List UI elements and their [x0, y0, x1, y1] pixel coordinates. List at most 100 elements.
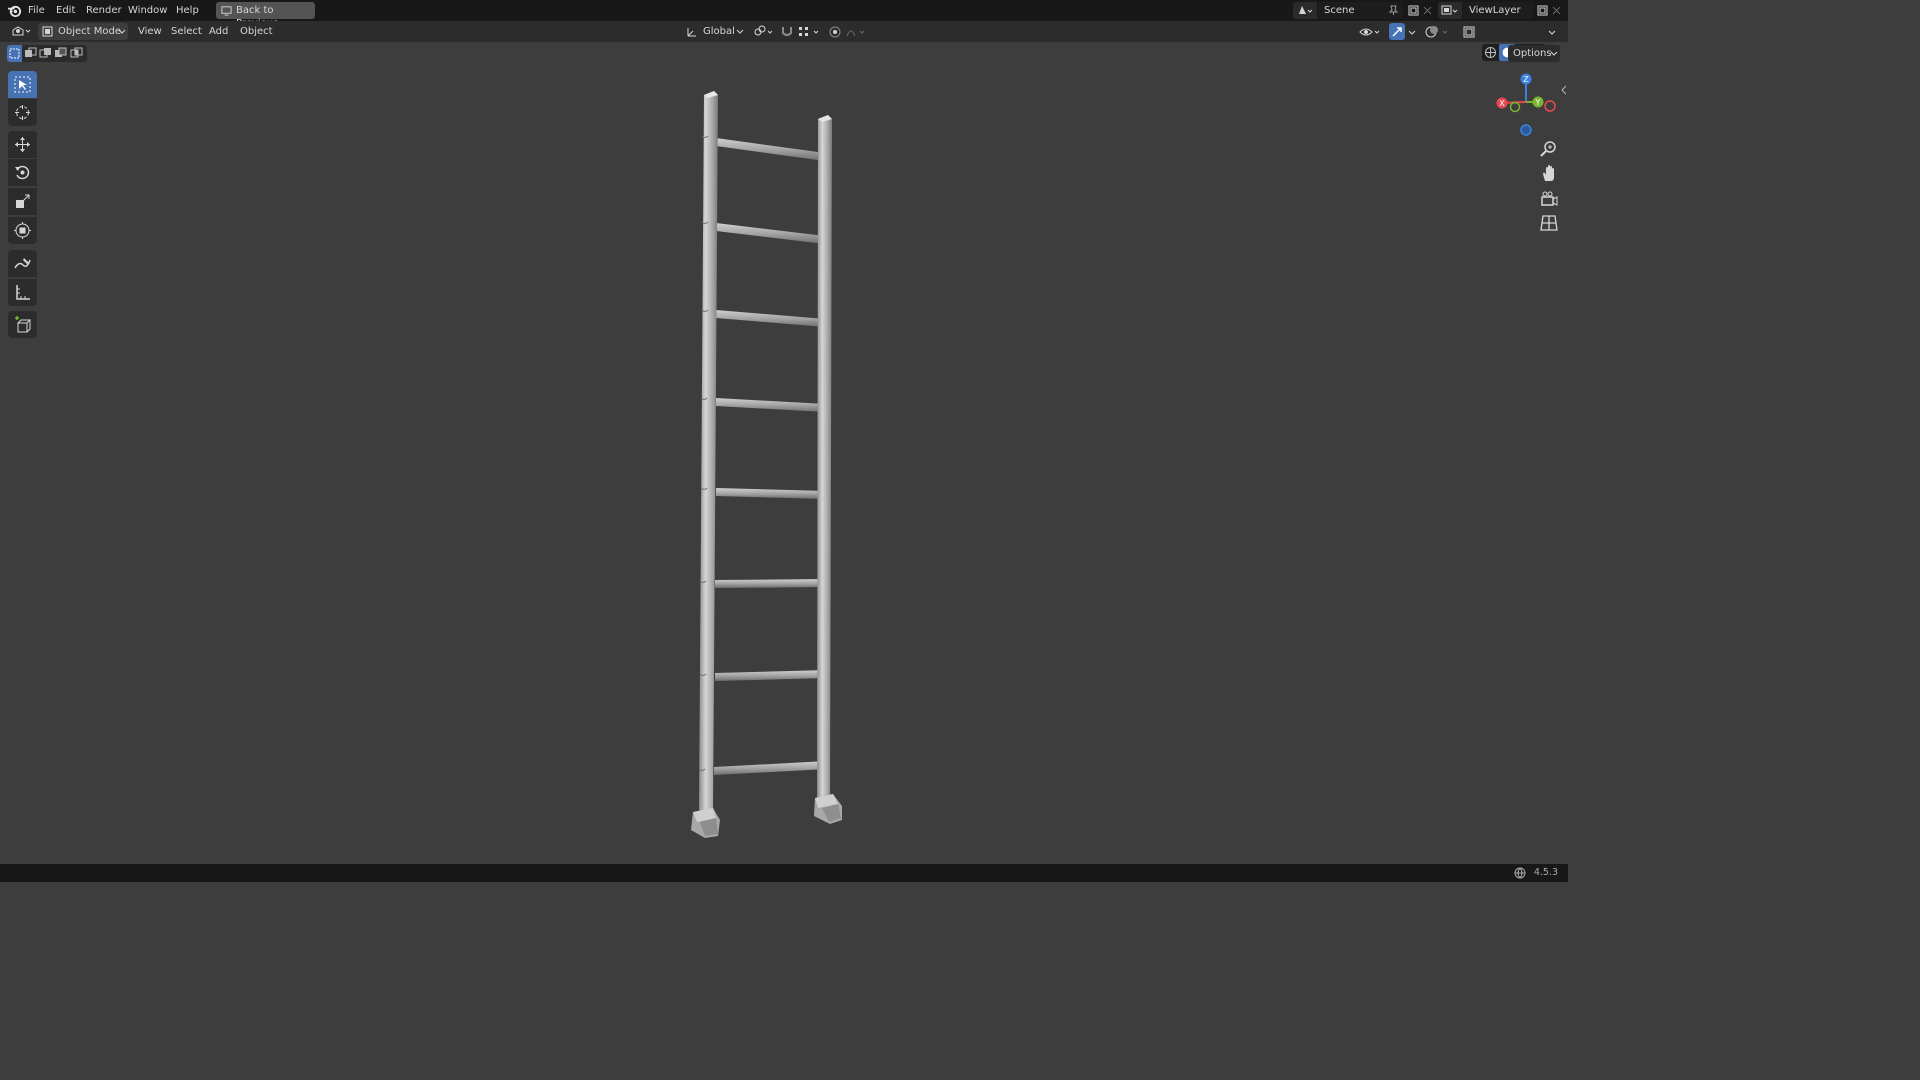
scale-icon	[16, 194, 30, 208]
measure-icon	[16, 285, 30, 300]
select-new-icon	[9, 48, 20, 59]
tool-cursor[interactable]	[8, 99, 37, 126]
new-scene-icon[interactable]	[1407, 4, 1420, 17]
pin-icon[interactable]	[1388, 5, 1399, 16]
select-invert-icon[interactable]	[54, 47, 67, 60]
menu-render[interactable]: Render	[86, 4, 122, 17]
ladder-left-rail	[691, 91, 720, 838]
chevron-down-icon	[736, 29, 744, 34]
options-dropdown[interactable]: Options	[1508, 45, 1560, 62]
cursor-icon	[15, 105, 30, 120]
xray-toggle-icon[interactable]	[1462, 24, 1476, 39]
ladder-object[interactable]	[691, 91, 842, 838]
menu-add[interactable]: Add	[209, 26, 228, 38]
menu-view[interactable]: View	[138, 26, 162, 38]
view-layer-browse-button[interactable]	[1438, 2, 1462, 19]
move-icon	[15, 137, 30, 152]
gizmo-neg-x[interactable]	[1544, 100, 1556, 112]
view-layer-icon	[1441, 5, 1458, 15]
menu-file[interactable]: File	[28, 4, 45, 17]
new-view-layer-icon[interactable]	[1536, 4, 1549, 17]
close-icon[interactable]	[1552, 6, 1561, 15]
object-mode-dropdown[interactable]: Object Mode	[38, 23, 128, 40]
rotate-icon	[15, 165, 30, 180]
falloff-icon[interactable]	[845, 24, 869, 39]
viewport-canvas[interactable]	[0, 0, 1568, 882]
screen-back-icon	[221, 6, 232, 16]
pivot-point-icon[interactable]	[752, 24, 776, 39]
ladder-rungs	[714, 138, 827, 775]
view-layer-selector[interactable]: ViewLayer	[1438, 2, 1562, 19]
menu-select[interactable]: Select	[171, 26, 202, 38]
select-subtract-icon[interactable]	[39, 47, 52, 60]
tool-annotate[interactable]	[8, 250, 37, 277]
add-cube-icon	[15, 316, 31, 333]
hand-icon	[1543, 165, 1554, 181]
menu-object[interactable]: Object	[240, 26, 273, 38]
globe-icon[interactable]	[1514, 867, 1526, 879]
zoom-button[interactable]	[1538, 138, 1560, 160]
gizmo-toggle-button[interactable]	[1389, 23, 1405, 40]
transform-orientation-dropdown[interactable]: Global	[684, 23, 746, 40]
pan-button[interactable]	[1538, 163, 1560, 185]
gizmo-neg-y[interactable]	[1509, 101, 1521, 113]
visibility-icon[interactable]	[1358, 24, 1384, 39]
tool-move[interactable]	[8, 131, 37, 158]
camera-icon	[1541, 191, 1558, 206]
select-new-button[interactable]	[7, 45, 22, 62]
chevron-down-icon[interactable]	[1407, 24, 1417, 39]
blender-version: 4.5.3	[1533, 867, 1558, 878]
menu-window[interactable]: Window	[128, 4, 167, 17]
viewport-header: Object Mode View Select Add Object Globa…	[0, 21, 1568, 61]
scene-icon	[1299, 6, 1313, 14]
tool-rotate[interactable]	[8, 159, 37, 186]
tool-add-cube[interactable]	[8, 311, 37, 338]
menu-edit[interactable]: Edit	[56, 4, 75, 17]
gizmo-z-label: Z	[1523, 75, 1529, 84]
selection-mode-group	[7, 45, 87, 62]
tool-select-box[interactable]	[8, 71, 37, 98]
tool-transform[interactable]	[8, 217, 37, 244]
overlays-icon[interactable]	[1424, 24, 1452, 39]
zoom-icon	[1540, 141, 1556, 157]
camera-view-button[interactable]	[1538, 188, 1560, 210]
select-box-icon	[14, 76, 31, 93]
menu-help[interactable]: Help	[176, 4, 199, 17]
close-icon[interactable]	[1423, 6, 1432, 15]
view-layer-name: ViewLayer	[1469, 5, 1521, 16]
blender-logo-icon[interactable]	[7, 3, 22, 18]
chevron-down-icon	[1550, 51, 1558, 56]
gizmo-x-label: X	[1499, 99, 1505, 108]
chevron-down-icon	[118, 29, 126, 34]
annotate-icon	[14, 258, 31, 269]
navigation-gizmo[interactable]: Z X Y	[1492, 70, 1558, 136]
select-intersect-icon[interactable]	[70, 47, 83, 60]
wireframe-shading-icon[interactable]	[1484, 46, 1497, 59]
snap-toggle-icon[interactable]	[780, 24, 794, 39]
proportional-editing-icon[interactable]	[828, 24, 842, 39]
top-menu-bar: File Edit Render Window Help Back to Pre…	[0, 0, 1568, 29]
gizmo-icon	[1392, 27, 1402, 37]
view-layer-name-field[interactable]: ViewLayer	[1463, 2, 1533, 19]
editor-type-icon[interactable]	[10, 24, 34, 39]
transform-orientation-label: Global	[703, 26, 735, 37]
options-label: Options	[1513, 48, 1552, 59]
sidebar-toggle-icon[interactable]	[1560, 84, 1568, 96]
perspective-toggle-button[interactable]	[1538, 212, 1560, 234]
scene-selector[interactable]: Scene	[1293, 2, 1432, 19]
scene-name: Scene	[1324, 5, 1355, 16]
select-extend-icon[interactable]	[24, 47, 37, 60]
gizmo-neg-z[interactable]	[1520, 124, 1532, 136]
chevron-down-icon[interactable]	[1547, 24, 1557, 39]
gizmo-y-label: Y	[1535, 98, 1541, 107]
snap-target-icon[interactable]	[797, 24, 823, 39]
tool-measure[interactable]	[8, 279, 37, 306]
transform-icon	[14, 222, 31, 239]
ladder-right-rail	[814, 115, 842, 824]
grid-perspective-icon	[1540, 215, 1558, 231]
orientation-icon	[687, 28, 696, 37]
scene-name-field[interactable]: Scene	[1318, 2, 1403, 19]
back-to-previous-button[interactable]: Back to Previous	[216, 2, 315, 29]
tool-scale[interactable]	[8, 188, 37, 215]
scene-browse-button[interactable]	[1293, 2, 1317, 19]
